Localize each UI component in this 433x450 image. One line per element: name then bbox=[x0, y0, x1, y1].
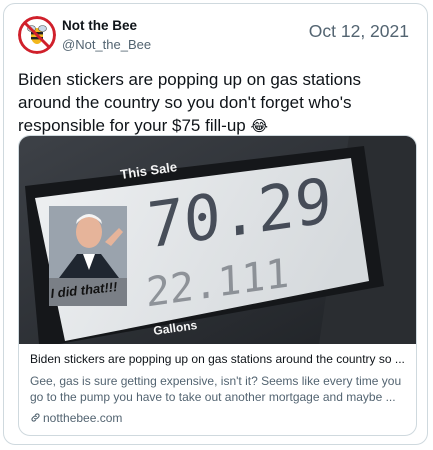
face-shape bbox=[76, 216, 102, 248]
display-name[interactable]: Not the Bee bbox=[62, 18, 137, 33]
tweet-text: Biden stickers are popping up on gas sta… bbox=[18, 68, 418, 138]
no-bee-logo-icon bbox=[18, 16, 56, 54]
card-domain-text: notthebee.com bbox=[43, 411, 123, 425]
tweet-body: Biden stickers are popping up on gas sta… bbox=[18, 70, 362, 135]
tweet-date[interactable]: Oct 12, 2021 bbox=[309, 21, 409, 42]
account-handle[interactable]: @Not_the_Bee bbox=[62, 37, 151, 52]
card-title[interactable]: Biden stickers are popping up on gas sta… bbox=[30, 352, 410, 366]
link-preview-card[interactable]: This Sale 70.29 22.111 Gallons I did tha… bbox=[18, 135, 417, 436]
biden-sticker: I did that!!! bbox=[49, 206, 127, 306]
card-domain[interactable]: notthebee.com bbox=[30, 411, 122, 425]
tweet-card[interactable]: Not the Bee @Not_the_Bee Oct 12, 2021 Bi… bbox=[3, 3, 428, 445]
avatar[interactable] bbox=[18, 16, 56, 54]
card-description: Gee, gas is sure getting expensive, isn'… bbox=[30, 374, 402, 404]
card-image[interactable]: This Sale 70.29 22.111 Gallons I did tha… bbox=[19, 136, 416, 344]
laughing-emoji-icon: 😂 bbox=[250, 118, 268, 135]
link-icon bbox=[31, 413, 40, 422]
